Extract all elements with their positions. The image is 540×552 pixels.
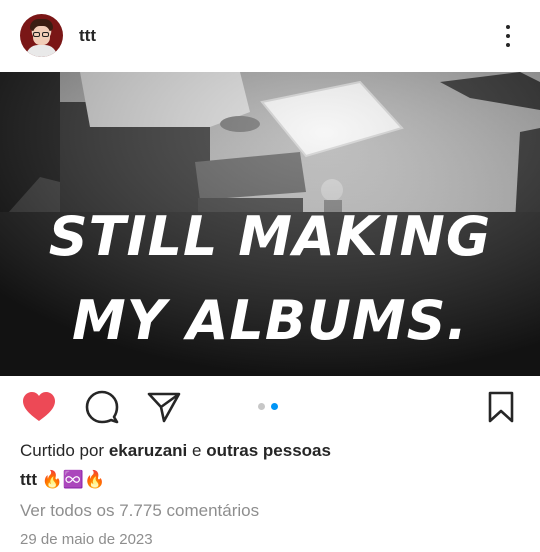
- post-header: ttt: [0, 0, 540, 72]
- post-actions: [0, 376, 540, 436]
- liked-by-prefix: Curtido por: [20, 441, 105, 460]
- post-date: 29 de maio de 2023: [20, 531, 153, 548]
- post-image[interactable]: STILL MAKING MY ALBUMS.: [0, 72, 540, 376]
- image-text-line1: STILL MAKING: [48, 205, 492, 268]
- liked-by-text: Curtido por ekaruzani e outras pessoas: [20, 441, 331, 461]
- save-button[interactable]: [484, 390, 520, 424]
- liked-by-user[interactable]: ekaruzani: [109, 441, 187, 460]
- caption-text: 🔥♾️🔥: [41, 470, 106, 489]
- avatar[interactable]: [20, 14, 63, 57]
- post-caption: ttt 🔥♾️🔥: [20, 470, 105, 490]
- more-options-icon[interactable]: [500, 22, 516, 50]
- caption-username[interactable]: ttt: [20, 470, 37, 489]
- bookmark-icon: [488, 391, 514, 423]
- comment-bubble-icon: [85, 390, 119, 424]
- post-username[interactable]: ttt: [79, 26, 96, 46]
- comment-button[interactable]: [84, 390, 120, 424]
- carousel-dot: [258, 403, 265, 410]
- paper-plane-icon: [147, 392, 181, 423]
- carousel-dot-active: [271, 403, 278, 410]
- like-button[interactable]: [21, 390, 57, 424]
- view-all-comments-link[interactable]: Ver todos os 7.775 comentários: [20, 501, 259, 521]
- liked-by-others[interactable]: outras pessoas: [206, 441, 331, 460]
- share-button[interactable]: [146, 390, 182, 424]
- heart-filled-icon: [23, 392, 55, 421]
- liked-by-joiner: e: [192, 441, 202, 460]
- image-text-line2: MY ALBUMS.: [72, 289, 468, 352]
